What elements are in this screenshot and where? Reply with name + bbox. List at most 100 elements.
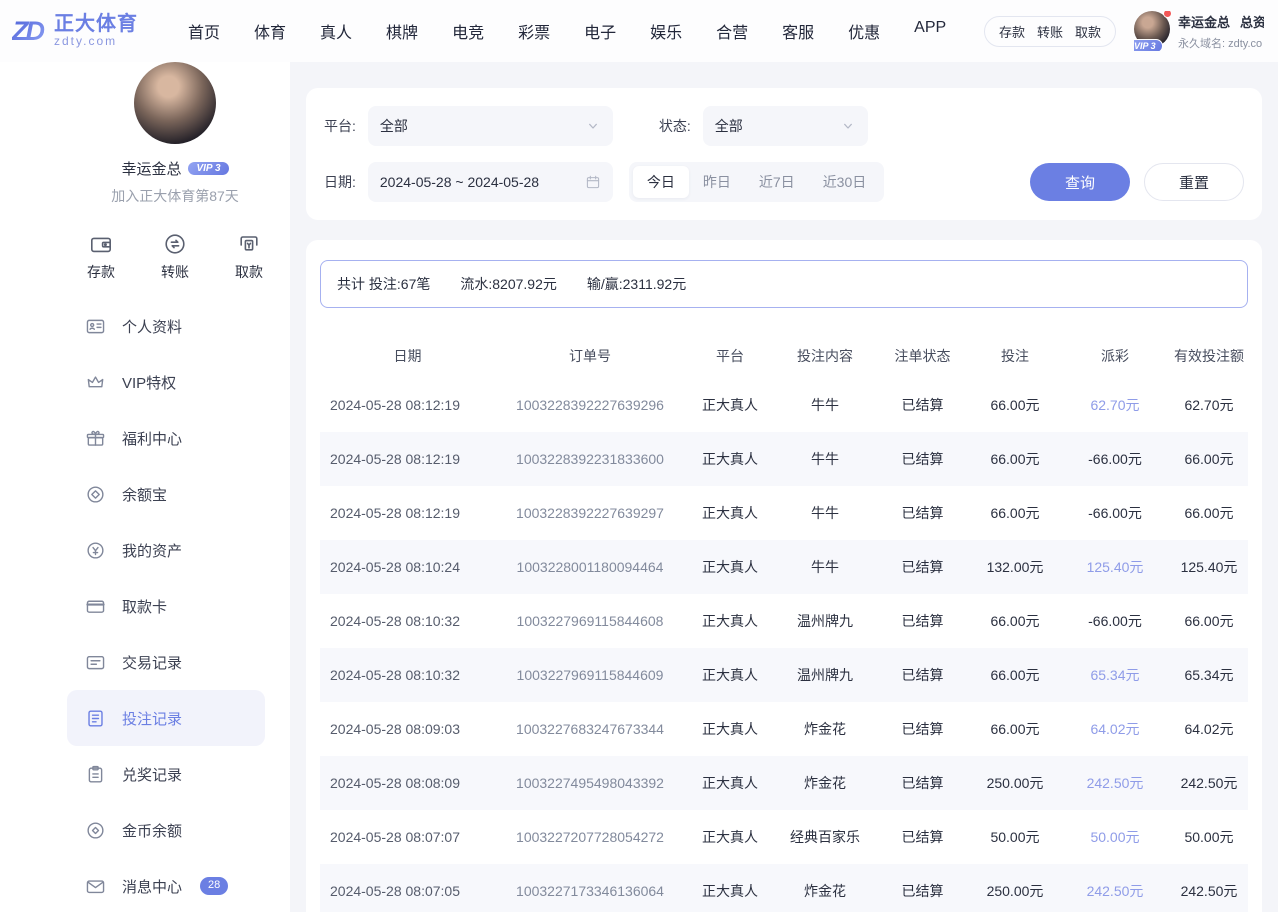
sidebar-item-coins[interactable]: 金币余额 (67, 802, 265, 858)
sidebar-item-welfare[interactable]: 福利中心 (67, 410, 265, 466)
cell-order-number: 1003227683247673344 (495, 721, 685, 737)
cell-platform: 正大真人 (685, 449, 775, 469)
i-transactions (85, 652, 106, 673)
cell-payout: 125.40元 (1060, 557, 1170, 577)
notification-dot (1163, 11, 1172, 18)
reset-button[interactable]: 重置 (1144, 163, 1244, 201)
cell-valid-amount: 64.02元 (1170, 719, 1248, 739)
nav-item-promo[interactable]: 优惠 (848, 19, 880, 43)
cell-bet-content: 牛牛 (775, 503, 875, 523)
sidebar-item-transactions[interactable]: 交易记录 (67, 634, 265, 690)
vip-badge: VIP 3 (188, 162, 228, 175)
column-header: 注单状态 (875, 346, 970, 366)
i-crown (85, 372, 106, 393)
nav-item-sports[interactable]: 体育 (254, 19, 286, 43)
nav-item-app[interactable]: APP (914, 19, 946, 43)
date-label: 日期: (324, 172, 356, 192)
cell-valid-amount: 242.50元 (1170, 773, 1248, 793)
cell-date: 2024-05-28 08:07:07 (320, 829, 495, 845)
sidebar-item-bank-card[interactable]: 取款卡 (67, 578, 265, 634)
sidebar-item-assets[interactable]: 我的资产 (67, 522, 265, 578)
nav-item-partnership[interactable]: 合营 (716, 19, 748, 43)
sidebar-item-profile[interactable]: 个人资料 (67, 298, 265, 354)
cell-payout: 62.70元 (1060, 395, 1170, 415)
cell-date: 2024-05-28 08:08:09 (320, 775, 495, 791)
nav-item-slots[interactable]: 电子 (584, 19, 616, 43)
brand-logo[interactable]: ZD 正大体育 zdty.com (12, 14, 138, 48)
chevron-down-icon (840, 118, 856, 134)
platform-label: 平台: (324, 116, 356, 136)
nav-item-live[interactable]: 真人 (320, 19, 352, 43)
i-bank-card (85, 596, 106, 617)
platform-select[interactable]: 全部 (368, 106, 613, 146)
cell-status: 已结算 (875, 719, 970, 739)
header-deposit-link[interactable]: 存款 (999, 22, 1025, 41)
cell-bet-amount: 250.00元 (970, 881, 1060, 901)
table-row: 2024-05-28 08:12:19 1003228392227639296 … (320, 378, 1248, 432)
cell-order-number: 1003228001180094464 (495, 559, 685, 575)
column-header: 订单号 (495, 346, 685, 366)
sidebar-item-bet-records[interactable]: 投注记录 (67, 690, 265, 746)
cell-bet-amount: 66.00元 (970, 611, 1060, 631)
nav-item-esports[interactable]: 电竞 (452, 19, 484, 43)
sidebar-item-redeem[interactable]: 兑奖记录 (67, 746, 265, 802)
i-withdraw (237, 232, 261, 256)
range-yesterday[interactable]: 昨日 (689, 166, 745, 198)
i-wallet (89, 232, 113, 256)
range-today[interactable]: 今日 (633, 166, 689, 198)
nav-item-lottery[interactable]: 彩票 (518, 19, 550, 43)
content-area: 平台: 全部 状态: 全部 日期: 2024-05-28 ~ 2024-05-2… (290, 62, 1278, 912)
cell-bet-amount: 66.00元 (970, 503, 1060, 523)
sidebar-item-messages[interactable]: 消息中心 28 (67, 858, 265, 912)
unread-count-badge: 28 (200, 877, 228, 894)
i-bet-records (85, 708, 106, 729)
range-30days[interactable]: 近30日 (809, 166, 881, 198)
cell-bet-content: 炸金花 (775, 719, 875, 739)
sidebar-item-yuebao[interactable]: 余额宝 (67, 466, 265, 522)
range-7days[interactable]: 近7日 (745, 166, 809, 198)
nav-item-home[interactable]: 首页 (188, 19, 220, 43)
cell-platform: 正大真人 (685, 827, 775, 847)
cell-order-number: 1003227173346136064 (495, 883, 685, 899)
cell-status: 已结算 (875, 773, 970, 793)
cell-order-number: 1003228392227639296 (495, 397, 685, 413)
sidebar: 幸运金总 VIP 3 加入正大体育第87天 存款 转账 取款 (0, 62, 290, 912)
user-account-area[interactable]: VIP 3 幸运金总总资 永久域名: zdty.co (1134, 11, 1264, 51)
permanent-domain-text: 永久域名: zdty.co (1178, 35, 1264, 51)
transfer-action[interactable]: 转账 (161, 232, 189, 282)
cell-date: 2024-05-28 08:10:24 (320, 559, 495, 575)
header-transfer-link[interactable]: 转账 (1037, 22, 1063, 41)
cell-date: 2024-05-28 08:12:19 (320, 451, 495, 467)
cell-payout: -66.00元 (1060, 449, 1170, 469)
cell-bet-content: 炸金花 (775, 881, 875, 901)
cell-payout: 64.02元 (1060, 719, 1170, 739)
header-withdraw-link[interactable]: 取款 (1075, 22, 1101, 41)
nav-item-service[interactable]: 客服 (782, 19, 814, 43)
cell-date: 2024-05-28 08:12:19 (320, 505, 495, 521)
cell-payout: 242.50元 (1060, 881, 1170, 901)
cell-valid-amount: 125.40元 (1170, 557, 1248, 577)
cell-payout: -66.00元 (1060, 503, 1170, 523)
status-select[interactable]: 全部 (703, 106, 868, 146)
cell-valid-amount: 65.34元 (1170, 665, 1248, 685)
cell-valid-amount: 66.00元 (1170, 449, 1248, 469)
join-days-text: 加入正大体育第87天 (85, 186, 265, 206)
cell-status: 已结算 (875, 611, 970, 631)
search-button[interactable]: 查询 (1030, 163, 1130, 201)
cell-bet-content: 牛牛 (775, 557, 875, 577)
withdraw-action[interactable]: 取款 (235, 232, 263, 282)
quick-range-group: 今日 昨日 近7日 近30日 (629, 162, 884, 202)
deposit-action[interactable]: 存款 (87, 232, 115, 282)
cell-order-number: 1003227207728054272 (495, 829, 685, 845)
vip-badge: VIP 3 (1134, 39, 1163, 51)
nav-item-entertainment[interactable]: 娱乐 (650, 19, 682, 43)
cell-bet-content: 经典百家乐 (775, 827, 875, 847)
totals-summary-bar: 共计 投注:67笔 流水:8207.92元 输/赢:2311.92元 (320, 260, 1248, 308)
cell-date: 2024-05-28 08:07:05 (320, 883, 495, 899)
nav-item-chess[interactable]: 棋牌 (386, 19, 418, 43)
column-header: 投注内容 (775, 346, 875, 366)
cell-platform: 正大真人 (685, 665, 775, 685)
table-row: 2024-05-28 08:10:32 1003227969115844609 … (320, 648, 1248, 702)
date-range-input[interactable]: 2024-05-28 ~ 2024-05-28 (368, 162, 613, 202)
sidebar-item-vip[interactable]: VIP特权 (67, 354, 265, 410)
